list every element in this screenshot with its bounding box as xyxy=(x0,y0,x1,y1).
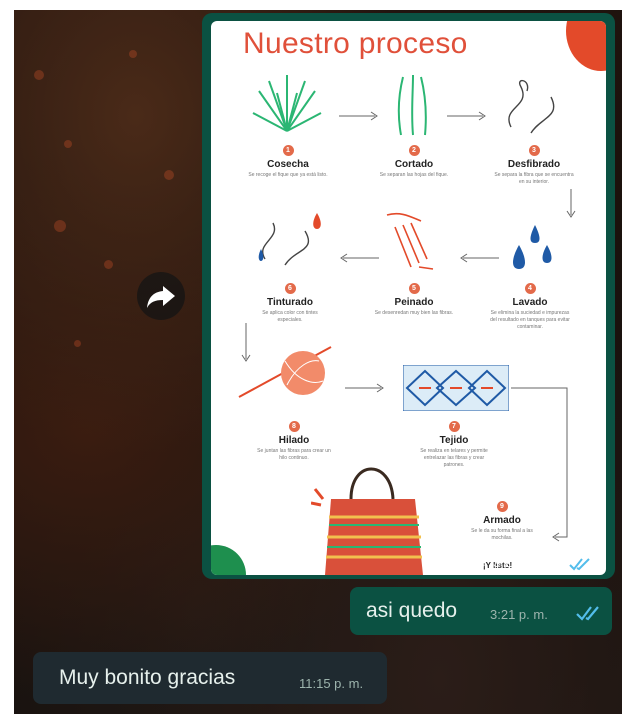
arrow-1-icon xyxy=(339,111,378,121)
outgoing-message-text: asi quedo xyxy=(366,599,458,622)
comb-hand-icon xyxy=(386,212,434,270)
outgoing-message-time: 3:21 p. m. xyxy=(490,607,548,622)
incoming-message-time: 11:15 p. m. xyxy=(299,676,364,691)
decor-green-shape xyxy=(211,545,246,575)
process-poster-image[interactable]: Nuestro proceso 1 Cosecha Se recoge el f… xyxy=(211,21,606,575)
incoming-message-bubble[interactable]: Muy bonito gracias 11:15 p. m. xyxy=(33,652,387,704)
forward-button[interactable] xyxy=(137,272,185,320)
arrow-4-icon xyxy=(340,253,379,263)
water-drops-icon xyxy=(513,225,552,269)
step-3: 3 Desfibrado Se separa la fibra que se e… xyxy=(494,145,574,185)
step-6: 6 Tinturado Se aplica color con tintes e… xyxy=(262,283,318,323)
arrow-5-icon xyxy=(345,383,384,393)
arrow-3-icon xyxy=(460,253,499,263)
outgoing-message-bubble[interactable]: asi quedo 3:21 p. m. xyxy=(350,587,612,635)
agave-plant-icon xyxy=(252,75,322,132)
leaves-cut-icon xyxy=(397,74,427,136)
incoming-message-text: Muy bonito gracias xyxy=(59,666,236,689)
poster-title: Nuestro proceso xyxy=(243,27,468,60)
dyed-fiber-icon xyxy=(258,213,321,266)
woven-bag-image xyxy=(311,467,423,575)
woven-pattern-icon xyxy=(403,365,509,411)
fiber-strands-icon xyxy=(508,80,555,134)
double-check-icon xyxy=(576,606,599,621)
decor-red-shape xyxy=(566,21,606,71)
step-2: 2 Cortado Se separan las hojas del fique… xyxy=(379,145,449,178)
arrow-2-icon xyxy=(447,111,486,121)
step-1: 1 Cosecha Se recoge el fique que ya está… xyxy=(248,145,328,178)
arrow-down-1-icon xyxy=(566,189,576,218)
image-timestamp: 3:21 p. m. xyxy=(493,555,551,570)
double-check-icon xyxy=(569,558,590,571)
step-5: 5 Peinado Se desenredan muy bien las fib… xyxy=(374,283,454,316)
yarn-ball-icon xyxy=(238,346,332,398)
forward-icon xyxy=(147,286,175,308)
image-message-bubble[interactable]: Nuestro proceso 1 Cosecha Se recoge el f… xyxy=(202,13,615,579)
step-4: 4 Lavado Se elimina la suciedad e impure… xyxy=(490,283,570,330)
step-9: 9 Armado Se le da su forma final a las m… xyxy=(471,501,533,541)
step-8: 8 Hilado Se juntan las fibras para crear… xyxy=(257,421,331,461)
